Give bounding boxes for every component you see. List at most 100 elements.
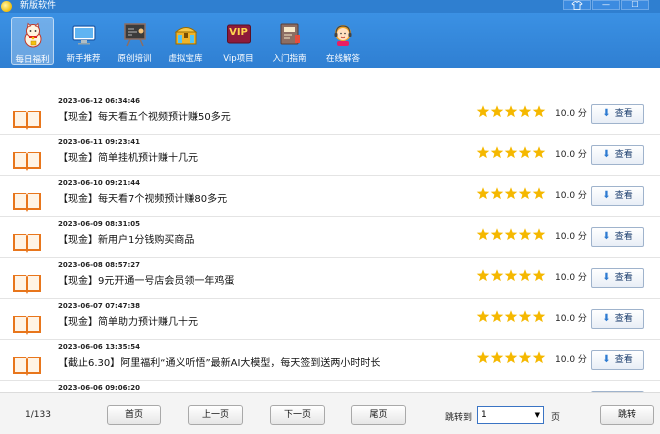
arrow-down-icon: ⬇ — [602, 190, 611, 201]
star-icon — [518, 310, 532, 323]
minimize-button[interactable]: — — [592, 0, 620, 10]
list-item[interactable]: 2023-06-10 09:21:44 【现金】每天看7个视频预计赚80多元 10.… — [0, 176, 660, 217]
list-item[interactable]: 2023-06-08 08:57:27 【现金】9元开通一号店会员领一年鸡蛋 10.… — [0, 258, 660, 299]
open-book-icon — [13, 275, 41, 294]
open-book-icon — [13, 316, 41, 335]
item-date: 2023-06-06 13:35:54 — [58, 343, 141, 351]
rating-stars — [476, 228, 546, 241]
star-icon — [532, 105, 546, 118]
star-icon — [490, 228, 504, 241]
item-title[interactable]: 【现金】9元开通一号店会员领一年鸡蛋 — [58, 272, 234, 287]
rating-stars — [476, 146, 546, 159]
star-icon — [476, 228, 490, 241]
star-icon — [476, 105, 490, 118]
view-button-label: 查看 — [614, 232, 633, 242]
tab-virtual-treasury[interactable]: 虚拟宝库 — [164, 17, 207, 65]
item-score: 10.0 分 — [555, 314, 587, 324]
star-icon — [504, 269, 518, 282]
view-button[interactable]: ⬇查看 — [591, 145, 644, 165]
tab-daily-welfare[interactable]: 每日福利 — [11, 17, 54, 65]
vip-badge-text: VIP — [229, 27, 248, 38]
star-icon — [504, 146, 518, 159]
star-icon — [490, 269, 504, 282]
item-date: 2023-06-12 06:34:46 — [58, 97, 141, 105]
tab-label: Vip项目 — [223, 54, 254, 64]
next-page-button[interactable]: 下一页 — [270, 405, 325, 425]
view-button[interactable]: ⬇查看 — [591, 350, 644, 370]
star-icon — [490, 310, 504, 323]
arrow-down-icon: ⬇ — [602, 231, 611, 242]
item-title[interactable]: 【截止6.30】阿里福利“通义听悟”最新AI大模型，每天签到送两小时时长 — [58, 354, 380, 369]
open-book-icon — [13, 193, 41, 212]
list-item[interactable]: 2023-06-07 07:47:38 【现金】简单助力预计赚几十元 10.0 分 ⬇… — [0, 299, 660, 340]
page-number-select[interactable]: 1 ▼ — [477, 406, 544, 424]
arrow-down-icon: ⬇ — [602, 108, 611, 119]
item-title[interactable]: 【现金】新用户1分钱购买商品 — [58, 231, 194, 246]
view-button[interactable]: ⬇查看 — [591, 227, 644, 247]
tab-getting-started[interactable]: 入门指南 — [268, 17, 311, 65]
view-button[interactable]: ⬇查看 — [591, 268, 644, 288]
tab-label: 新手推荐 — [66, 54, 101, 64]
prev-page-button[interactable]: 上一页 — [188, 405, 243, 425]
star-icon — [504, 105, 518, 118]
page-unit-label: 页 — [551, 413, 561, 423]
item-title[interactable]: 【现金】每天看五个视频预计赚50多元 — [58, 108, 231, 123]
item-score: 10.0 分 — [555, 109, 587, 119]
rating-stars — [476, 310, 546, 323]
list-item[interactable]: 2023-06-09 08:31:05 【现金】新用户1分钱购买商品 10.0 分 ⬇… — [0, 217, 660, 258]
item-title[interactable]: 【现金】简单挂机预计赚十几元 — [58, 149, 198, 164]
star-icon — [518, 351, 532, 364]
last-page-button[interactable]: 尾页 — [351, 405, 406, 425]
jump-button[interactable]: 跳转 — [600, 405, 654, 425]
view-button[interactable]: ⬇查看 — [591, 104, 644, 124]
content-list: 2023-06-12 06:34:46 【现金】每天看五个视频预计赚50多元 10.… — [0, 84, 660, 392]
item-date: 2023-06-06 09:06:20 — [58, 384, 141, 392]
list-item[interactable]: 2023-06-11 09:23:41 【现金】简单挂机预计赚十几元 10.0 分 ⬇… — [0, 135, 660, 176]
main-toolbar: 每日福利 新手推荐 原创培训 虚拟宝库 VIP Vip项目 入门指南 在线解答 — [0, 13, 660, 68]
first-page-button[interactable]: 首页 — [107, 405, 161, 425]
item-score: 10.0 分 — [555, 150, 587, 160]
page-select-value: 1 — [481, 410, 487, 420]
star-icon — [490, 351, 504, 364]
treasure-box-icon — [174, 27, 197, 45]
view-button[interactable]: ⬇查看 — [591, 309, 644, 329]
open-book-icon — [13, 234, 41, 253]
item-date: 2023-06-08 08:57:27 — [58, 261, 141, 269]
star-icon — [518, 269, 532, 282]
list-item[interactable]: 2023-06-06 09:06:2010.0 分⬇查看 — [0, 381, 660, 392]
app-logo-icon — [1, 1, 12, 12]
tab-label: 每日福利 — [15, 55, 50, 65]
tab-label: 在线解答 — [325, 54, 360, 64]
arrow-down-icon: ⬇ — [602, 272, 611, 283]
tab-online-answer[interactable]: 在线解答 — [319, 17, 367, 65]
star-icon — [532, 351, 546, 364]
rating-stars — [476, 351, 546, 364]
maximize-button[interactable]: ☐ — [621, 0, 649, 10]
item-title[interactable]: 【现金】简单助力预计赚几十元 — [58, 313, 198, 328]
list-item[interactable]: 2023-06-12 06:34:46 【现金】每天看五个视频预计赚50多元 10.… — [0, 94, 660, 135]
star-icon — [518, 228, 532, 241]
monitor-icon — [71, 25, 96, 45]
view-button[interactable]: ⬇查看 — [591, 186, 644, 206]
star-icon — [518, 187, 532, 200]
tab-vip-projects[interactable]: VIP Vip项目 — [217, 17, 260, 65]
guide-book-icon — [280, 23, 300, 45]
rating-stars — [476, 187, 546, 200]
list-item[interactable]: 2023-06-06 13:35:54 【截止6.30】阿里福利“通义听悟”最新A… — [0, 340, 660, 381]
item-date: 2023-06-07 07:47:38 — [58, 302, 141, 310]
star-icon — [504, 187, 518, 200]
pagination-footer: 1/133 首页 上一页 下一页 尾页 跳转到 1 ▼ 页 跳转 — [0, 392, 660, 434]
tab-label: 入门指南 — [272, 54, 307, 64]
tab-newbie-recommend[interactable]: 新手推荐 — [62, 17, 105, 65]
star-icon — [490, 146, 504, 159]
star-icon — [476, 269, 490, 282]
rating-stars — [476, 105, 546, 118]
star-icon — [532, 310, 546, 323]
star-icon — [476, 187, 490, 200]
tab-label: 虚拟宝库 — [168, 54, 203, 64]
title-bar: 新版软件 — ☐ — [0, 0, 660, 13]
star-icon — [504, 228, 518, 241]
tab-original-training[interactable]: 原创培训 — [113, 17, 156, 65]
item-title[interactable]: 【现金】每天看7个视频预计赚80多元 — [58, 190, 227, 205]
skin-button[interactable] — [563, 0, 591, 10]
